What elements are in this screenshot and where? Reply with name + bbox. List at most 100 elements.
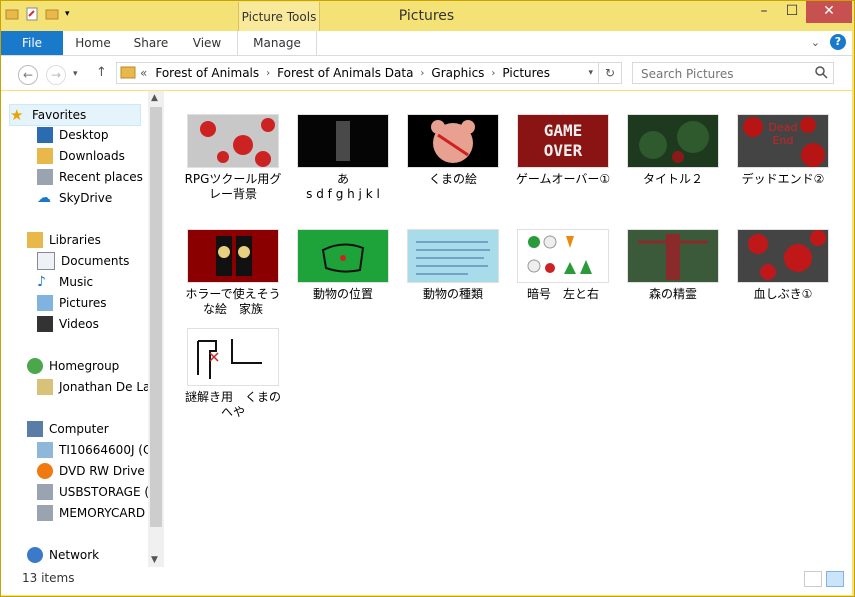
file-item[interactable]: タイトル２ <box>623 114 723 187</box>
file-item[interactable]: RPGツクール用グレー背景 <box>183 114 283 202</box>
large-icons-view-button[interactable] <box>826 571 844 587</box>
star-icon: ★ <box>10 106 24 124</box>
nav-favorites[interactable]: ★ Favorites <box>9 104 141 126</box>
tab-view[interactable]: View <box>185 31 229 55</box>
thumbnail <box>517 229 609 283</box>
nav-homegroup[interactable]: Homegroup <box>27 356 119 376</box>
thumbnail <box>297 114 389 168</box>
close-button[interactable]: ✕ <box>806 1 852 23</box>
nav-desktop[interactable]: Desktop <box>37 125 109 145</box>
breadcrumb-pictures[interactable]: Pictures <box>498 66 554 80</box>
tab-home[interactable]: Home <box>71 31 115 55</box>
file-item[interactable]: くまの絵 <box>403 114 503 187</box>
nav-downloads[interactable]: Downloads <box>37 146 125 166</box>
network-icon <box>27 547 43 563</box>
up-button[interactable]: ↑ <box>96 65 107 80</box>
search-icon[interactable] <box>814 65 828 82</box>
libraries-icon <box>27 232 43 248</box>
chevron-right-icon[interactable]: › <box>263 68 273 79</box>
back-button[interactable]: ← <box>18 65 38 85</box>
file-item[interactable]: 動物の位置 <box>293 229 393 302</box>
file-name: 暗号 左と右 <box>526 287 599 301</box>
file-name: ゲームオーバー① <box>515 172 611 186</box>
nav-music[interactable]: ♪ Music <box>37 272 93 292</box>
nav-label: Videos <box>59 317 99 331</box>
minimize-button[interactable]: – <box>750 1 778 23</box>
file-item[interactable]: 血しぶき① <box>733 229 833 302</box>
file-item[interactable]: 森の精霊 <box>623 229 723 302</box>
file-item[interactable]: 謎解き用 くまのへや <box>183 328 283 420</box>
file-name: 動物の位置 <box>312 287 373 301</box>
nav-computer[interactable]: Computer <box>27 419 109 439</box>
dvd-icon <box>37 463 53 479</box>
hard-drive-icon <box>37 442 53 458</box>
thumbnail <box>297 229 389 283</box>
breadcrumb-data[interactable]: Forest of Animals Data <box>273 66 417 80</box>
tab-share[interactable]: Share <box>129 31 173 55</box>
file-item[interactable]: 動物の種類 <box>403 229 503 302</box>
nav-label: MEMORYCARD ( <box>59 506 154 520</box>
file-name: デッドエンド② <box>741 172 825 186</box>
navigation-pane: ★ Favorites Desktop Downloads Recent plac… <box>1 91 164 567</box>
file-name: くまの絵 <box>428 172 477 186</box>
nav-label: Favorites <box>32 108 87 122</box>
address-dropdown-icon[interactable]: ▾ <box>588 68 593 78</box>
thumbnail <box>627 229 719 283</box>
nav-documents[interactable]: Documents <box>37 251 129 271</box>
file-name: 森の精霊 <box>648 287 697 301</box>
chevron-right-icon[interactable]: › <box>488 68 498 79</box>
thumbnail: GAME OVER <box>517 114 609 168</box>
details-view-button[interactable] <box>804 571 822 587</box>
search-input[interactable] <box>639 64 813 84</box>
nav-network[interactable]: Network <box>27 545 99 565</box>
refresh-button[interactable]: ↻ <box>598 63 621 83</box>
nav-dvd-drive[interactable]: DVD RW Drive (D <box>37 461 163 481</box>
scroll-up-icon[interactable]: ▲ <box>151 93 158 103</box>
homegroup-icon <box>27 358 43 374</box>
item-count: 13 items <box>22 571 75 585</box>
nav-skydrive[interactable]: ☁ SkyDrive <box>37 188 112 208</box>
chevron-right-icon[interactable]: › <box>417 68 427 79</box>
nav-pictures[interactable]: Pictures <box>37 293 107 313</box>
help-icon[interactable]: ? <box>830 34 846 50</box>
thumbnail-text: GAME OVER <box>543 121 583 160</box>
thumbnail <box>187 328 279 386</box>
user-icon <box>37 379 53 395</box>
scrollbar-thumb[interactable] <box>150 107 162 527</box>
thumbnail <box>187 114 279 168</box>
breadcrumb-graphics[interactable]: Graphics <box>427 66 488 80</box>
nav-videos[interactable]: Videos <box>37 314 99 334</box>
cloud-icon: ☁ <box>37 190 51 206</box>
file-item[interactable]: あ s d f g h j k l <box>293 114 470 202</box>
file-item[interactable]: Dead End デッドエンド② <box>733 114 833 187</box>
nav-label: Pictures <box>59 296 107 310</box>
status-bar: 13 items <box>1 567 852 595</box>
nav-homegroup-user[interactable]: Jonathan De La C <box>37 377 163 397</box>
network-drive-icon <box>37 484 53 500</box>
file-name: あ s d f g h j k l <box>306 172 470 201</box>
address-box[interactable]: « Forest of Animals › Forest of Animals … <box>116 62 622 84</box>
file-name: RPGツクール用グレー背景 <box>184 172 282 201</box>
file-name: 動物の種類 <box>422 287 483 301</box>
breadcrumb-forest-of-animals[interactable]: Forest of Animals <box>151 66 263 80</box>
tab-manage[interactable]: Manage <box>237 31 317 55</box>
maximize-button[interactable]: ☐ <box>778 1 806 23</box>
nav-drive-c[interactable]: TI10664600J (C:) <box>37 440 160 460</box>
thumbnail <box>407 229 499 283</box>
expand-ribbon-icon[interactable]: ⌄ <box>811 36 820 49</box>
breadcrumb-overflow[interactable]: « <box>136 66 151 80</box>
recent-locations-icon[interactable]: ▾ <box>73 69 78 79</box>
nav-memorycard[interactable]: MEMORYCARD ( <box>37 503 154 523</box>
recent-places-icon <box>37 169 53 185</box>
nav-usbstorage[interactable]: USBSTORAGE (\\ <box>37 482 157 502</box>
search-box[interactable] <box>632 62 834 84</box>
scroll-down-icon[interactable]: ▼ <box>151 555 158 565</box>
file-name: 血しぶき① <box>753 287 813 301</box>
nav-recent-places[interactable]: Recent places <box>37 167 143 187</box>
file-item[interactable]: GAME OVER ゲームオーバー① <box>513 114 613 187</box>
file-item[interactable]: ホラーで使えそうな絵 家族 <box>183 229 283 317</box>
forward-button[interactable]: → <box>46 65 66 85</box>
nav-libraries[interactable]: Libraries <box>27 230 101 250</box>
file-item[interactable]: 暗号 左と右 <box>513 229 613 302</box>
tab-file[interactable]: File <box>1 31 63 55</box>
